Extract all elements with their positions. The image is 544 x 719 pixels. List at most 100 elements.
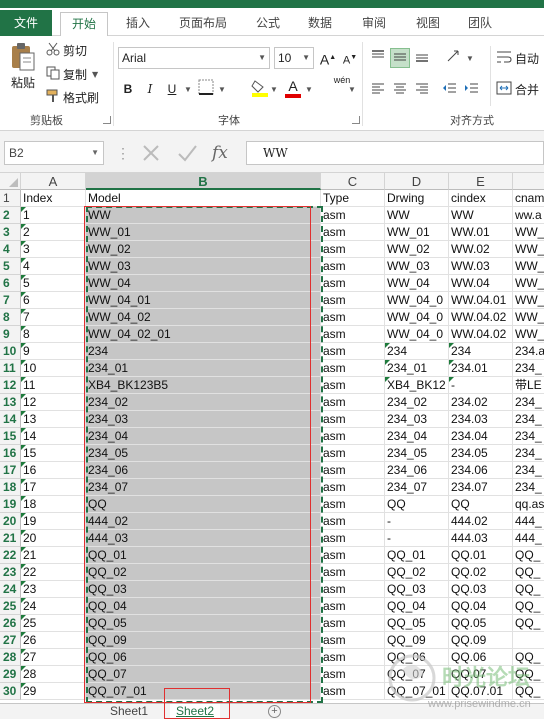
cell[interactable]: 234.05 xyxy=(449,445,513,462)
cell[interactable]: WW.04.02 xyxy=(449,309,513,326)
row-header[interactable]: 1 xyxy=(0,190,21,207)
row-header[interactable]: 21 xyxy=(0,530,21,547)
cell[interactable]: asm xyxy=(321,394,385,411)
chevron-down-icon[interactable]: ▼ xyxy=(270,85,278,94)
cell[interactable]: asm xyxy=(321,479,385,496)
cell[interactable]: asm xyxy=(321,462,385,479)
cell[interactable]: 1 xyxy=(21,207,86,224)
cell[interactable]: QQ_04 xyxy=(86,598,321,615)
cell[interactable]: 18 xyxy=(21,496,86,513)
cell[interactable]: ww.a xyxy=(513,207,544,224)
chevron-down-icon[interactable]: ▼ xyxy=(348,85,356,94)
sheet-tab-sheet2[interactable]: Sheet2 xyxy=(170,704,221,719)
cancel-icon[interactable] xyxy=(140,142,162,164)
cell[interactable]: 234_06 xyxy=(86,462,321,479)
drag-handle-icon[interactable]: ⋮ xyxy=(116,141,130,165)
cell[interactable]: 234.06 xyxy=(449,462,513,479)
cell[interactable]: 9 xyxy=(21,343,86,360)
tab-formulas[interactable]: 公式 xyxy=(246,12,290,36)
cell[interactable]: 234_02 xyxy=(385,394,449,411)
cell[interactable]: WW_04_0 xyxy=(385,309,449,326)
cell[interactable]: QQ.04 xyxy=(449,598,513,615)
cell[interactable]: 234_01 xyxy=(385,360,449,377)
font-color-button[interactable]: A xyxy=(283,76,303,98)
cell[interactable]: WW.03 xyxy=(449,258,513,275)
row-header[interactable]: 2 xyxy=(0,207,21,224)
cell[interactable]: WW_ xyxy=(513,292,544,309)
cell[interactable]: QQ.06 xyxy=(449,649,513,666)
check-icon[interactable] xyxy=(176,142,198,164)
cell[interactable]: cnam xyxy=(513,190,544,207)
row-header[interactable]: 8 xyxy=(0,309,21,326)
cell[interactable]: 12 xyxy=(21,394,86,411)
borders-button[interactable] xyxy=(196,79,216,99)
cell[interactable]: WW xyxy=(86,207,321,224)
fill-color-button[interactable] xyxy=(250,78,270,98)
cell[interactable]: 234_03 xyxy=(385,411,449,428)
cell[interactable]: 17 xyxy=(21,479,86,496)
row-header[interactable]: 10 xyxy=(0,343,21,360)
cell[interactable]: 234 xyxy=(86,343,321,360)
cell[interactable]: 234_ xyxy=(513,479,544,496)
chevron-down-icon[interactable]: ▼ xyxy=(466,54,474,63)
cell[interactable]: 14 xyxy=(21,428,86,445)
cell[interactable]: asm xyxy=(321,683,385,700)
cell[interactable]: asm xyxy=(321,598,385,615)
row-header[interactable]: 17 xyxy=(0,462,21,479)
cell[interactable]: QQ_05 xyxy=(86,615,321,632)
cell[interactable]: WW.01 xyxy=(449,224,513,241)
column-header-f[interactable]: F xyxy=(513,173,544,190)
cell[interactable]: 234.01 xyxy=(449,360,513,377)
font-size-select[interactable]: 10 ▼ xyxy=(274,47,314,69)
cell[interactable]: WW xyxy=(449,207,513,224)
shrink-font-button[interactable]: A▼ xyxy=(340,48,360,68)
cell[interactable]: QQ.02 xyxy=(449,564,513,581)
row-header[interactable]: 4 xyxy=(0,241,21,258)
cell[interactable]: 26 xyxy=(21,632,86,649)
cell[interactable]: WW_04_01 xyxy=(86,292,321,309)
cell[interactable]: asm xyxy=(321,428,385,445)
cell[interactable]: 23 xyxy=(21,581,86,598)
column-header-e[interactable]: E xyxy=(449,173,513,190)
cell[interactable]: WW_01 xyxy=(385,224,449,241)
clipboard-launcher-icon[interactable] xyxy=(103,116,111,124)
cell[interactable]: QQ_ xyxy=(513,547,544,564)
align-bottom-button[interactable] xyxy=(412,48,432,68)
row-header[interactable]: 26 xyxy=(0,615,21,632)
cell[interactable]: WW.04.01 xyxy=(449,292,513,309)
cell[interactable]: 234_ xyxy=(513,445,544,462)
decrease-indent-button[interactable] xyxy=(440,80,460,100)
cell[interactable]: 234.02 xyxy=(449,394,513,411)
cell[interactable]: 234.07 xyxy=(449,479,513,496)
cell[interactable]: asm xyxy=(321,445,385,462)
cell[interactable]: asm xyxy=(321,377,385,394)
cell[interactable]: WW_03 xyxy=(385,258,449,275)
cell[interactable]: 444_ xyxy=(513,530,544,547)
cell[interactable]: 234 xyxy=(385,343,449,360)
cell[interactable]: 234_02 xyxy=(86,394,321,411)
cell[interactable]: 444_02 xyxy=(86,513,321,530)
cell[interactable]: Type xyxy=(321,190,385,207)
cell[interactable]: QQ_ xyxy=(513,581,544,598)
cell[interactable]: 234_06 xyxy=(385,462,449,479)
column-header-d[interactable]: D xyxy=(385,173,449,190)
align-center-button[interactable] xyxy=(390,80,410,100)
cell[interactable]: QQ.03 xyxy=(449,581,513,598)
cell[interactable]: QQ.07.01 xyxy=(449,683,513,700)
cell[interactable]: asm xyxy=(321,241,385,258)
cell[interactable]: 234 xyxy=(449,343,513,360)
row-header[interactable]: 16 xyxy=(0,445,21,462)
cell[interactable]: 234_04 xyxy=(385,428,449,445)
cell[interactable]: WW_04_02 xyxy=(86,309,321,326)
cell[interactable]: 444_ xyxy=(513,513,544,530)
row-header[interactable]: 15 xyxy=(0,428,21,445)
row-header[interactable]: 28 xyxy=(0,649,21,666)
cell[interactable]: 19 xyxy=(21,513,86,530)
cell[interactable]: 234_07 xyxy=(385,479,449,496)
row-header[interactable]: 27 xyxy=(0,632,21,649)
cell[interactable]: QQ_ xyxy=(513,649,544,666)
cell[interactable]: WW_03 xyxy=(86,258,321,275)
cell[interactable]: QQ_06 xyxy=(385,649,449,666)
sheet-tab-sheet1[interactable]: Sheet1 xyxy=(104,704,154,719)
row-header[interactable]: 7 xyxy=(0,292,21,309)
